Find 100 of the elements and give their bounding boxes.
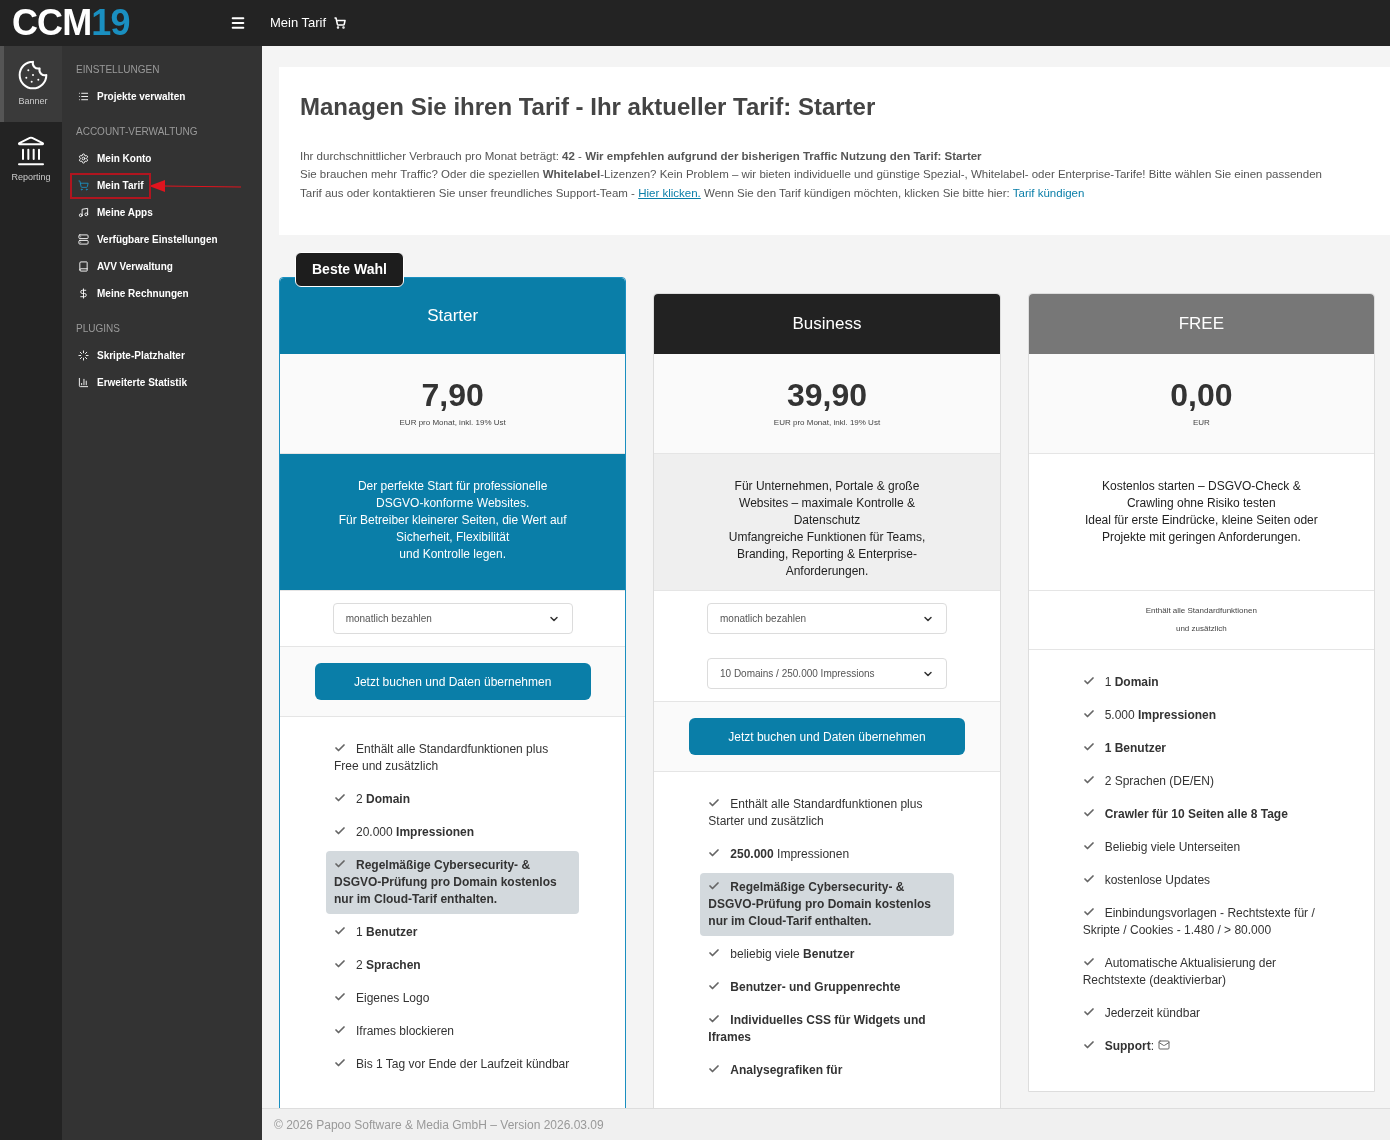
check-icon xyxy=(1082,906,1095,918)
feature-item: kostenlose Updates xyxy=(1082,866,1320,895)
plan-description: Für Unternehmen, Portale & große Websites – maximale Kontrolle & Datenschutz Umfangreiche Funktionen für Teams, Branding, Reporting & Enterprise- Anforderungen. xyxy=(654,454,1000,590)
usage-text: Ihr durchschnittlicher Verbrauch pro Monat beträgt: 42 - Wir empfehlen aufgrund der bisherigen Traffic Nutzung den Tarif: Starter xyxy=(300,149,983,164)
sidebar-item[interactable]: Meine Rechnungen xyxy=(70,280,197,307)
page-title: Mein Tarif xyxy=(270,14,327,33)
section-heading: EINSTELLUNGEN xyxy=(75,63,161,77)
info-text: Sie brauchen mehr Traffic? Oder die speziellen Whitelabel-Lizenzen? Kein Problem – wir bieten individuelle und günstige Spezial-, Whitelabel- oder Enterprise-Tarife! Bitte wählen Sie einen passenden Tarif aus oder kontaktieren Sie unser freundliches Support-Team - Hier klicken. Wenn Sie den Tarif kündigen möchten, klicken Sie bitte hier: Tarif kündigen xyxy=(300,167,1323,201)
feature-item: 2 Domain xyxy=(334,785,572,814)
check-icon xyxy=(334,825,346,837)
dropdown[interactable]: 10 Domains / 250.000 Impressions xyxy=(707,658,947,689)
book-button[interactable]: Jetzt buchen und Daten übernehmen xyxy=(689,718,965,755)
feature-item: 1 Benutzer xyxy=(1082,734,1320,763)
check-icon xyxy=(1082,1039,1095,1051)
feature-item: 5.000 Impressionen xyxy=(1082,701,1320,730)
price-note: EUR pro Monat, inkl. 19% Ust xyxy=(399,416,506,429)
check-icon xyxy=(708,1013,721,1025)
page-heading: Managen Sie ihren Tarif - Ihr aktueller Tarif: Starter xyxy=(300,92,877,122)
price-note: EUR xyxy=(1192,416,1210,429)
check-icon xyxy=(1082,807,1095,819)
contact-link[interactable]: Hier klicken. xyxy=(638,187,701,199)
feature-item: Individuelles CSS für Widgets und Iframes xyxy=(708,1012,927,1046)
menu-icon xyxy=(78,288,89,299)
menu-icon xyxy=(78,261,89,272)
feature-item: Regelmäßige Cybersecurity- & DSGVO-Prüfung pro Domain kostenlos nur im Cloud-Tarif enthalten. xyxy=(326,851,580,914)
feature-item: 2 Sprachen (DE/EN) xyxy=(1082,767,1320,796)
feature-item: 2 Sprachen xyxy=(334,951,572,980)
feature-item: Automatische Aktualisierung der Rechtstexte (deaktivierbar) xyxy=(1082,955,1278,989)
sidebar-item[interactable]: Skripte-Platzhalter xyxy=(70,342,193,369)
check-icon xyxy=(334,958,346,970)
menu-icon xyxy=(78,234,89,245)
check-icon xyxy=(708,947,721,959)
section-heading: PLUGINS xyxy=(75,322,121,336)
feature-item: Benutzer- und Gruppenrechte xyxy=(708,973,946,1002)
sidebar-item[interactable]: Meine Apps xyxy=(70,199,161,226)
menu-icon xyxy=(78,350,89,361)
feature-item: Einbindungsvorlagen - Rechtstexte für / Skripte / Cookies - 1.480 / > 80.000 xyxy=(1082,905,1316,939)
check-icon xyxy=(334,858,346,870)
note-text: Enthält alle Standardfunktionen xyxy=(1145,605,1257,617)
feature-item: Jederzeit kündbar xyxy=(1082,999,1320,1028)
feature-item: Iframes blockieren xyxy=(334,1017,572,1046)
check-icon xyxy=(1082,675,1095,687)
check-icon xyxy=(1082,840,1095,852)
check-icon xyxy=(1082,741,1095,753)
plan-description: Der perfekte Start für professionelle DSGVO-konforme Websites. Für Betreiber kleinerer Seiten, die Wert auf Sicherheit, Flexibilität und Kontrolle legen. xyxy=(280,454,626,590)
cart-icon xyxy=(334,17,347,29)
check-icon xyxy=(334,925,346,937)
plan-name: Starter xyxy=(427,305,479,328)
price: 7,90 xyxy=(421,378,484,411)
sidebar-item[interactable]: Mein Tarif xyxy=(70,172,152,199)
footer: © 2026 Papoo Software & Media GmbH – Version 2026.03.09 xyxy=(262,1108,1390,1140)
cookie-icon xyxy=(17,59,49,92)
menu-icon xyxy=(78,207,89,218)
feature-item: Crawler für 10 Seiten alle 8 Tage xyxy=(1082,800,1320,829)
check-icon xyxy=(708,980,721,992)
check-icon xyxy=(334,742,346,754)
section-heading: ACCOUNT-VERWALTUNG xyxy=(75,125,199,139)
check-icon xyxy=(1082,1006,1095,1018)
sidebar-item[interactable]: Mein Konto xyxy=(70,145,160,172)
cancel-link[interactable]: Tarif kündigen xyxy=(1012,187,1085,199)
check-icon xyxy=(708,880,721,892)
check-icon xyxy=(334,991,346,1003)
feature-item: Beliebig viele Unterseiten xyxy=(1082,833,1320,862)
feature-item: 1 Benutzer xyxy=(334,918,572,947)
check-icon xyxy=(334,1057,346,1069)
dropdown[interactable]: monatlich bezahlen xyxy=(332,603,573,634)
feature-item: Bis 1 Tag vor Ende der Laufzeit kündbar xyxy=(334,1050,572,1079)
menu-icon[interactable] xyxy=(230,15,246,31)
feature-item: beliebig viele Benutzer xyxy=(708,940,946,969)
price-note: EUR pro Monat, inkl. 19% Ust xyxy=(773,416,881,429)
price: 39,90 xyxy=(786,378,868,411)
sidebar-item[interactable]: Erweiterte Statistik xyxy=(70,369,196,396)
feature-item: 1 Domain xyxy=(1082,668,1320,697)
sidebar-item[interactable]: AVV Verwaltung xyxy=(70,253,181,280)
plan-name: Business xyxy=(792,313,862,336)
feature-item: Support: xyxy=(1082,1032,1320,1061)
sidebar-item[interactable]: Projekte verwalten xyxy=(70,83,194,110)
check-icon xyxy=(708,847,721,859)
note-text: und zusätzlich xyxy=(1175,623,1227,635)
check-icon xyxy=(708,797,721,809)
rail-item[interactable]: Banner xyxy=(0,46,62,122)
check-icon xyxy=(1082,708,1095,720)
check-icon xyxy=(1082,873,1095,885)
menu-icon xyxy=(78,153,89,164)
check-icon xyxy=(334,792,346,804)
price: 0,00 xyxy=(1170,378,1233,411)
feature-item: Enthält alle Standardfunktionen plus Free und zusätzlich xyxy=(334,741,550,775)
menu-icon xyxy=(78,180,89,191)
sidebar-item[interactable]: Verfügbare Einstellungen xyxy=(70,226,226,253)
plan-name: FREE xyxy=(1178,313,1224,336)
feature-item: Regelmäßige Cybersecurity- & DSGVO-Prüfung pro Domain kostenlos nur im Cloud-Tarif enthalten. xyxy=(700,873,954,936)
logo: CCM19 xyxy=(12,5,130,41)
check-icon xyxy=(334,1024,346,1036)
bank-icon xyxy=(15,135,47,168)
dropdown[interactable]: monatlich bezahlen xyxy=(707,603,947,634)
feature-item: Enthält alle Standardfunktionen plus Starter und zusätzlich xyxy=(708,796,924,830)
menu-icon xyxy=(78,377,89,388)
book-button[interactable]: Jetzt buchen und Daten übernehmen xyxy=(314,663,591,700)
feature-item: Eigenes Logo xyxy=(334,984,572,1013)
rail-item[interactable]: Reporting xyxy=(0,122,62,198)
